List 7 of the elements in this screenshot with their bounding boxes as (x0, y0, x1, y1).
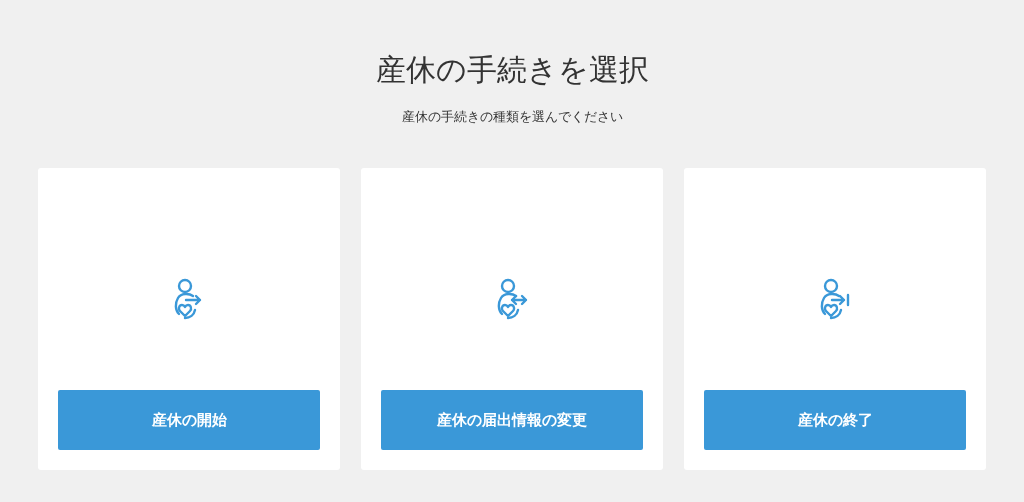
person-heart-arrow-bar-icon (819, 278, 851, 320)
page-subtitle: 産休の手続きの種類を選んでください (401, 108, 623, 126)
select-button[interactable]: 産休の開始 (58, 390, 320, 450)
select-button[interactable]: 産休の終了 (704, 390, 966, 450)
person-heart-double-arrow-icon (496, 278, 528, 320)
page-title: 産休の手続きを選択 (375, 51, 649, 89)
select-button[interactable]: 産休の届出情報の変更 (381, 390, 643, 450)
